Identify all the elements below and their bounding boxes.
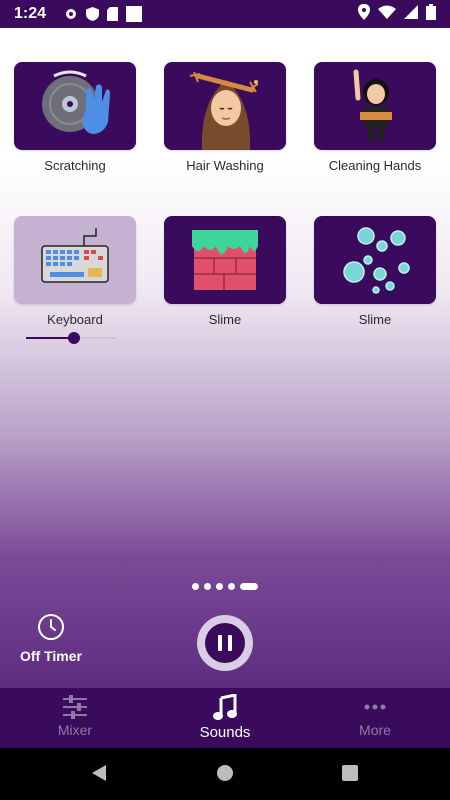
more-dots-icon	[364, 704, 386, 710]
recents-icon[interactable]	[341, 764, 359, 782]
slider-track-rest	[74, 337, 116, 339]
nav-item-mixer[interactable]: Mixer	[0, 688, 150, 748]
settings-gear-icon	[66, 9, 77, 19]
tile-label-cleaning-hands: Cleaning Hands	[328, 158, 422, 173]
back-icon[interactable]	[90, 764, 108, 782]
tile-label-slime-2: Slime	[358, 312, 392, 327]
scratching-dj-icon	[42, 70, 110, 134]
sound-tile-keyboard[interactable]	[14, 216, 136, 304]
sliders-icon	[63, 695, 87, 719]
square-notification-icon	[126, 6, 143, 22]
sound-tile-slime-2[interactable]	[314, 216, 436, 304]
music-note-icon	[213, 694, 237, 720]
cleaning-hands-icon	[353, 69, 392, 142]
slider-track-fill	[26, 337, 74, 339]
nav-label-sounds: Sounds	[199, 724, 251, 741]
sound-tile-scratching[interactable]	[14, 62, 136, 150]
system-navigation-bar	[0, 748, 450, 800]
sd-card-icon	[107, 7, 119, 21]
nav-label-mixer: Mixer	[57, 722, 93, 738]
shield-icon	[86, 7, 100, 21]
off-timer-button[interactable]: Off Timer	[16, 613, 86, 664]
clock-icon	[38, 614, 64, 640]
page-dot-4[interactable]	[228, 583, 235, 590]
home-icon[interactable]	[216, 764, 234, 782]
nav-label-more: More	[359, 722, 391, 738]
status-time: 1:24	[14, 5, 47, 22]
keyboard-icon	[41, 228, 109, 283]
sound-tile-hair-washing[interactable]	[164, 62, 286, 150]
signal-icon	[404, 5, 418, 19]
off-timer-label: Off Timer	[20, 648, 82, 664]
tile-label-keyboard: Keyboard	[47, 312, 103, 327]
page-dot-2[interactable]	[204, 583, 211, 590]
sounds-screen: Scratching Hair Washing Cleaning Hands K…	[0, 28, 450, 688]
tile-label-scratching: Scratching	[44, 158, 106, 173]
sound-tile-slime-1[interactable]	[164, 216, 286, 304]
nav-item-sounds[interactable]: Sounds	[150, 688, 300, 748]
page-dot-1[interactable]	[192, 583, 199, 590]
battery-icon	[426, 4, 436, 20]
location-icon	[358, 4, 370, 20]
slime-bubbles-icon	[343, 227, 410, 294]
keyboard-volume-slider[interactable]	[26, 330, 116, 346]
nav-item-more[interactable]: More	[300, 688, 450, 748]
slime-wall-icon	[192, 230, 258, 290]
tile-label-slime-1: Slime	[208, 312, 242, 327]
page-indicator	[0, 583, 450, 590]
page-dot-5-active[interactable]	[240, 583, 258, 590]
pause-button[interactable]	[197, 615, 253, 671]
slider-thumb[interactable]	[68, 332, 80, 344]
wifi-icon	[378, 5, 396, 19]
hair-washing-icon	[189, 71, 259, 150]
sound-tile-cleaning-hands[interactable]	[314, 62, 436, 150]
status-bar: 1:24	[0, 0, 450, 28]
bottom-navigation: Mixer Sounds More	[0, 688, 450, 748]
pause-icon	[205, 623, 245, 663]
page-dot-3[interactable]	[216, 583, 223, 590]
tile-label-hair-washing: Hair Washing	[186, 158, 264, 173]
status-icons-left	[64, 6, 143, 22]
status-icons-right	[358, 4, 436, 20]
